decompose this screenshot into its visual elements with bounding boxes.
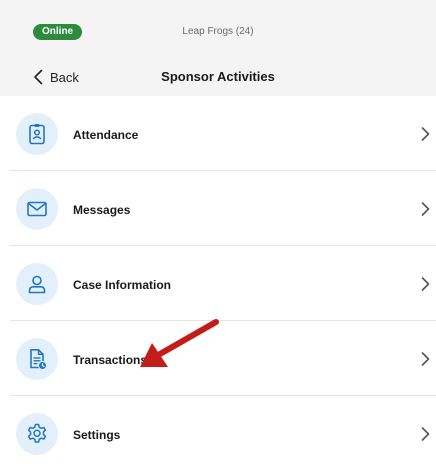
envelope-icon bbox=[27, 201, 47, 217]
menu-item-attendance[interactable]: Attendance bbox=[0, 96, 436, 171]
menu-item-settings[interactable]: Settings bbox=[0, 396, 436, 471]
page-title: Sponsor Activities bbox=[161, 69, 275, 84]
chevron-right-icon bbox=[421, 352, 430, 366]
menu-item-transactions[interactable]: Transactions bbox=[0, 321, 436, 396]
id-badge-icon bbox=[29, 124, 45, 145]
menu-item-label: Transactions bbox=[73, 353, 148, 367]
chevron-right-icon bbox=[421, 427, 430, 441]
menu-item-label: Messages bbox=[73, 203, 131, 217]
chevron-right-icon bbox=[421, 277, 430, 291]
icon-container bbox=[16, 413, 58, 455]
chevron-right-icon bbox=[421, 202, 430, 216]
icon-container bbox=[16, 113, 58, 155]
group-name: Leap Frogs (24) bbox=[182, 26, 254, 37]
gear-icon bbox=[27, 423, 47, 443]
activities-list: Attendance Messages Case Information Tra… bbox=[0, 96, 436, 471]
menu-item-label: Case Information bbox=[73, 278, 172, 292]
icon-container bbox=[16, 263, 58, 305]
icon-container bbox=[16, 188, 58, 230]
icon-container bbox=[16, 338, 58, 380]
person-icon bbox=[28, 275, 46, 294]
menu-item-label: Attendance bbox=[73, 128, 139, 142]
menu-item-case-information[interactable]: Case Information bbox=[0, 246, 436, 321]
menu-item-label: Settings bbox=[73, 428, 121, 442]
document-clock-icon bbox=[30, 349, 47, 370]
menu-item-messages[interactable]: Messages bbox=[0, 171, 436, 246]
top-bar: Online Leap Frogs (24) Back Sponsor Acti… bbox=[0, 0, 436, 96]
chevron-right-icon bbox=[421, 127, 430, 141]
